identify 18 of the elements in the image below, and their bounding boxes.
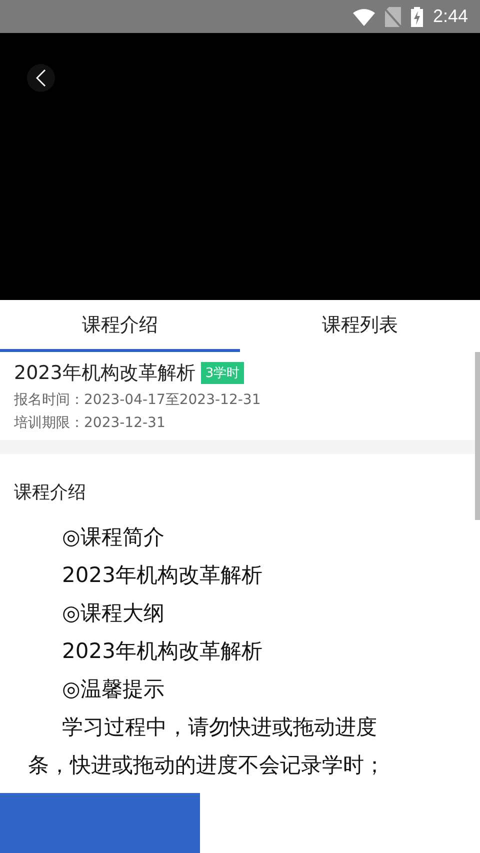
section-heading: 课程介绍 (14, 481, 87, 504)
intro-text: 条，快进或拖动的进度不会记录学时； (27, 752, 386, 779)
intro-text: ◎课程简介 (61, 524, 166, 551)
status-time: 2:44 (432, 6, 468, 27)
intro-text: ◎课程大纲 (61, 600, 166, 627)
training-period: 培训期限：2023-12-31 (14, 414, 166, 432)
hours-badge: 3学时 (201, 362, 244, 384)
wifi-icon (352, 8, 375, 26)
enroll-date: 报名时间：2023-04-17至2023-12-31 (14, 391, 262, 409)
back-button[interactable] (27, 64, 55, 92)
intro-text: 2023年机构改革解析 (61, 562, 264, 589)
back-icon (36, 69, 46, 87)
battery-charging-icon (410, 6, 423, 26)
no-sim-icon (384, 6, 401, 26)
intro-text: 学习过程中，请勿快进或拖动进度 (61, 714, 378, 741)
course-title: 2023年机构改革解析 (14, 361, 196, 386)
intro-text: ◎温馨提示 (61, 676, 166, 703)
intro-text: 2023年机构改革解析 (61, 638, 264, 665)
